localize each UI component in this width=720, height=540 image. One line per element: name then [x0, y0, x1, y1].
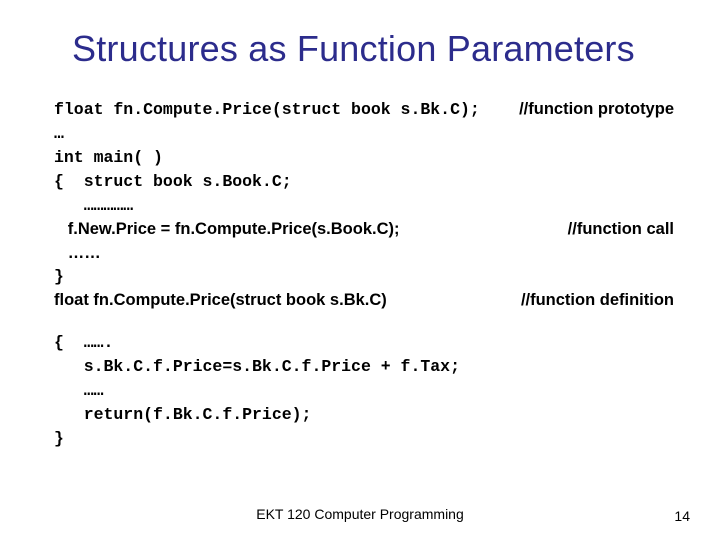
code-line-7: …… — [54, 242, 674, 266]
code-definition: float fn.Compute.Price(struct book s.Bk.… — [54, 289, 387, 313]
code-prototype: float fn.Compute.Price(struct book s.Bk.… — [54, 98, 490, 122]
code-line-9: float fn.Compute.Price(struct book s.Bk.… — [54, 289, 674, 313]
code-line-8: } — [54, 265, 674, 289]
code-line-5: …………… — [54, 194, 674, 218]
code-line-b3: …… — [54, 379, 674, 403]
code-line-1: float fn.Compute.Price(struct book s.Bk.… — [54, 98, 674, 122]
slide: Structures as Function Parameters float … — [0, 0, 720, 540]
code-line-2: … — [54, 122, 674, 146]
comment-definition: //function definition — [509, 289, 674, 313]
comment-prototype: //function prototype — [507, 98, 674, 122]
comment-call: //function call — [556, 218, 674, 242]
code-line-4: { struct book s.Book.C; — [54, 170, 674, 194]
code-line-b4: return(f.Bk.C.f.Price); — [54, 403, 674, 427]
page-number: 14 — [674, 508, 690, 524]
slide-title: Structures as Function Parameters — [72, 28, 674, 70]
footer-text: EKT 120 Computer Programming — [0, 506, 720, 522]
code-body: { ……. s.Bk.C.f.Price=s.Bk.C.f.Price + f.… — [54, 331, 674, 451]
code-call: f.New.Price = fn.Compute.Price(s.Book.C)… — [54, 218, 400, 242]
code-line-6: f.New.Price = fn.Compute.Price(s.Book.C)… — [54, 218, 674, 242]
code-line-b1: { ……. — [54, 331, 674, 355]
code-line-3: int main( ) — [54, 146, 674, 170]
code-line-b5: } — [54, 427, 674, 451]
code-line-b2: s.Bk.C.f.Price=s.Bk.C.f.Price + f.Tax; — [54, 355, 674, 379]
code-block: float fn.Compute.Price(struct book s.Bk.… — [54, 98, 674, 451]
